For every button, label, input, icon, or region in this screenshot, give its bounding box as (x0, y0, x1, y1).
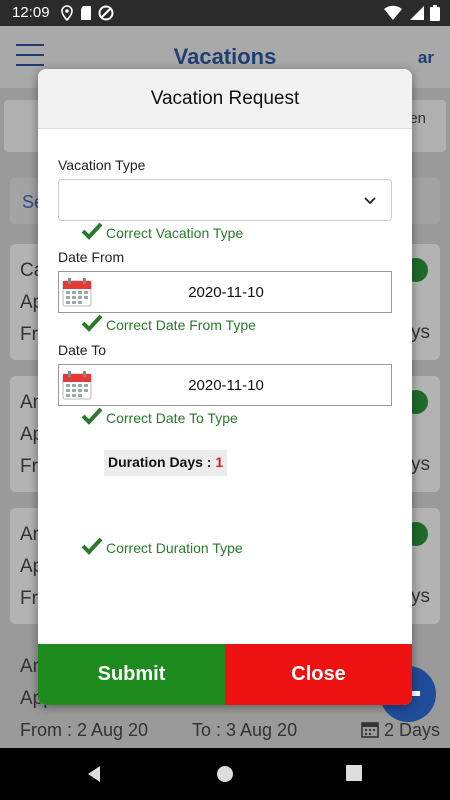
date-to-field[interactable]: 2020-11-10 (58, 364, 392, 406)
page-title: Vacations (173, 44, 277, 69)
list-item-to: To : 3 Aug 20 (192, 720, 298, 740)
validation-text: Correct Duration Type (106, 540, 243, 556)
location-icon (61, 5, 73, 21)
dialog-header: Vacation Request (38, 69, 412, 129)
list-item-days: 2 Days (361, 720, 440, 741)
validation-text: Correct Date To Type (106, 410, 238, 426)
date-from-field[interactable]: 2020-11-10 (58, 271, 392, 313)
duration-days: Duration Days : 1 (104, 450, 228, 476)
date-to-label: Date To (58, 342, 106, 358)
date-from-value: 2020-11-10 (188, 284, 264, 301)
close-button[interactable]: Close (225, 644, 412, 705)
check-icon (82, 537, 102, 555)
calendar-icon (361, 722, 379, 738)
submit-button[interactable]: Submit (38, 644, 225, 705)
status-bar: 12:09 (0, 0, 450, 26)
check-icon (82, 407, 102, 425)
signal-icon (410, 6, 424, 20)
vacation-type-select[interactable] (58, 179, 392, 221)
date-from-label: Date From (58, 249, 125, 265)
battery-icon (430, 5, 440, 21)
validation-text: Correct Date From Type (106, 317, 256, 333)
system-nav-bar (0, 748, 450, 800)
vacation-type-label: Vacation Type (58, 157, 146, 173)
duration-value: 1 (215, 454, 224, 470)
list-item-days-text: 2 Days (383, 720, 440, 740)
duration-label: Duration Days : (108, 454, 212, 470)
do-not-disturb-icon (98, 5, 114, 21)
list-item-from: From : 2 Aug 20 (20, 720, 149, 740)
check-icon (82, 314, 102, 332)
dialog-title: Vacation Request (150, 88, 300, 109)
check-icon (82, 222, 102, 240)
date-to-value: 2020-11-10 (188, 377, 264, 394)
chevron-down-icon (364, 197, 376, 205)
back-icon[interactable] (86, 765, 102, 783)
recents-icon[interactable] (346, 765, 362, 781)
wifi-icon (384, 5, 402, 21)
validation-text: Correct Vacation Type (106, 225, 244, 241)
status-time: 12:09 (12, 4, 50, 21)
vacation-request-dialog: Vacation Request Vacation Type Correct V… (38, 69, 412, 705)
sd-card-icon (81, 6, 91, 20)
language-toggle[interactable]: ar (418, 48, 434, 68)
home-icon[interactable] (216, 765, 234, 783)
